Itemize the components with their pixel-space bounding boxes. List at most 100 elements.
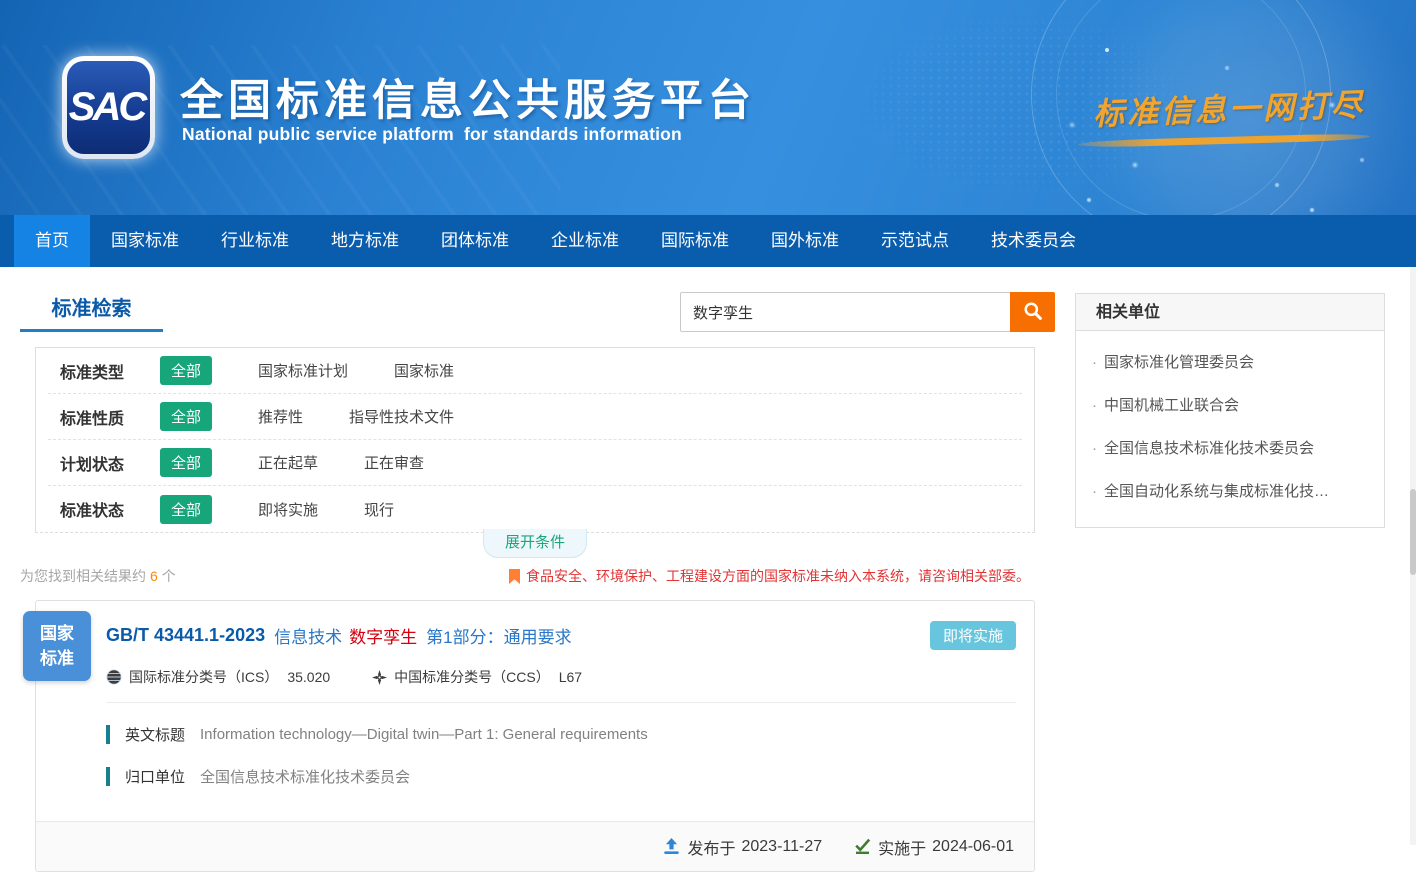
field-value: 全国信息技术标准化技术委员会 — [200, 766, 410, 787]
filter-option[interactable]: 正在审查 — [364, 452, 424, 473]
sparkle-dots-decoration — [1105, 48, 1109, 52]
filter-label: 标准类型 — [60, 359, 146, 383]
field-accent-bar — [106, 725, 110, 744]
filter-selected-badge[interactable]: 全部 — [160, 495, 212, 524]
expand-conditions-button[interactable]: 展开条件 — [483, 529, 587, 558]
site-slogan: 标准信息一网打尽 — [1092, 79, 1365, 133]
nav-item[interactable]: 企业标准 — [530, 215, 640, 267]
content: 标准检索 展开条件 — [0, 267, 1416, 872]
filter-option[interactable]: 指导性技术文件 — [349, 406, 454, 427]
card-meta-row: 国际标准分类号（ICS） 35.020 — [106, 667, 1016, 687]
published-date: 2023-11-27 — [741, 838, 822, 856]
filter-option[interactable]: 正在起草 — [258, 452, 318, 473]
nav-item[interactable]: 首页 — [14, 215, 90, 267]
related-unit-link[interactable]: 中国机械工业联合会 — [1092, 383, 1368, 426]
filter-row: 标准状态 全部 即将实施 现行 — [48, 486, 1022, 532]
filter-option[interactable]: 国家标准 — [394, 360, 454, 381]
nav-item[interactable]: 技术委员会 — [970, 215, 1097, 267]
page-scrollbar-track[interactable] — [1410, 267, 1416, 845]
standard-title-highlight[interactable]: 数字孪生 — [349, 623, 417, 648]
publish-upload-icon — [663, 838, 680, 855]
result-summary-suffix: 个 — [162, 568, 176, 584]
status-badge: 即将实施 — [930, 621, 1016, 650]
field-accent-bar — [106, 767, 110, 786]
result-meta: 为您找到相关结果约6个 食品安全、环境保护、工程建设方面的国家标准未纳入本系统，… — [20, 566, 1037, 586]
related-unit-link[interactable]: 全国信息技术标准化技术委员会 — [1092, 426, 1368, 469]
field-label: 英文标题 — [125, 724, 185, 745]
section-title: 标准检索 — [20, 292, 163, 332]
nav-item[interactable]: 行业标准 — [200, 215, 310, 267]
result-summary-prefix: 为您找到相关结果约 — [20, 568, 146, 584]
field-value: Information technology—Digital twin—Part… — [200, 726, 648, 743]
nav-item[interactable]: 国家标准 — [90, 215, 200, 267]
standard-result-card: 国家 标准 GB/T 43441.1-2023 信息技术 数字孪生 第1部分：通… — [35, 600, 1035, 872]
filter-label: 标准状态 — [60, 497, 146, 521]
bookmark-icon — [509, 569, 520, 584]
field-row: 归口单位 全国信息技术标准化技术委员会 — [106, 766, 1016, 787]
compass-icon — [372, 670, 387, 685]
ics-label: 国际标准分类号（ICS） — [129, 667, 278, 687]
standard-code-link[interactable]: GB/T 43441.1-2023 — [106, 625, 265, 646]
filter-option[interactable]: 即将实施 — [258, 499, 318, 520]
nav-item[interactable]: 示范试点 — [860, 215, 970, 267]
published-info: 发布于 2023-11-27 — [663, 835, 822, 859]
filter-label: 计划状态 — [60, 451, 146, 475]
section-head: 标准检索 — [20, 292, 1037, 345]
filter-option[interactable]: 国家标准计划 — [258, 360, 348, 381]
nav-item[interactable]: 团体标准 — [420, 215, 530, 267]
search-box — [680, 292, 1055, 345]
filter-selected-badge[interactable]: 全部 — [160, 448, 212, 477]
ccs-group: 中国标准分类号（CCS） L67 — [372, 667, 582, 687]
site-subtitle: National public service platform for sta… — [182, 124, 682, 145]
filter-label: 标准性质 — [60, 405, 146, 429]
sac-logo-inner: SAC — [67, 61, 150, 154]
site-title: 全国标准信息公共服务平台 — [180, 66, 756, 128]
filter-row: 标准性质 全部 推荐性 指导性技术文件 — [48, 394, 1022, 440]
type-badge-line1: 国家 — [40, 621, 74, 647]
ccs-label: 中国标准分类号（CCS） — [394, 667, 550, 687]
standard-type-badge: 国家 标准 — [23, 611, 91, 681]
filter-row: 计划状态 全部 正在起草 正在审查 — [48, 440, 1022, 486]
result-summary: 为您找到相关结果约6个 — [20, 566, 176, 586]
filter-option[interactable]: 推荐性 — [258, 406, 303, 427]
nav-item[interactable]: 地方标准 — [310, 215, 420, 267]
result-count: 6 — [150, 568, 158, 584]
implement-check-icon — [854, 838, 871, 855]
ccs-value: L67 — [559, 669, 582, 685]
standard-title-rest[interactable]: 第1部分：通用要求 — [426, 623, 571, 648]
search-button[interactable] — [1010, 292, 1055, 332]
standard-title-text[interactable]: 信息技术 — [274, 623, 342, 648]
sac-logo-text: SAC — [69, 85, 148, 130]
card-fields: 英文标题 Information technology—Digital twin… — [106, 724, 1016, 787]
page: SAC 全国标准信息公共服务平台 National public service… — [0, 0, 1416, 845]
field-row: 英文标题 Information technology—Digital twin… — [106, 724, 1016, 745]
implemented-info: 实施于 2024-06-01 — [854, 835, 1014, 859]
card-divider — [106, 702, 1016, 703]
card-footer: 发布于 2023-11-27 实施于 2024-06-01 — [36, 821, 1034, 871]
page-scrollbar-thumb[interactable] — [1410, 489, 1416, 575]
sac-logo[interactable]: SAC — [62, 56, 155, 159]
filter-selected-badge[interactable]: 全部 — [160, 356, 212, 385]
ics-group: 国际标准分类号（ICS） 35.020 — [106, 667, 330, 687]
type-badge-line2: 标准 — [40, 646, 74, 672]
search-icon — [1023, 301, 1043, 324]
related-unit-link[interactable]: 全国自动化系统与集成标准化技… — [1092, 469, 1368, 512]
card-body: GB/T 43441.1-2023 信息技术 数字孪生 第1部分：通用要求 即将… — [36, 601, 1034, 805]
main-nav: 首页 国家标准 行业标准 地方标准 团体标准 企业标准 国际标准 国外标准 示范… — [0, 215, 1416, 267]
ics-value: 35.020 — [287, 669, 330, 685]
related-units-list: 国家标准化管理委员会 中国机械工业联合会 全国信息技术标准化技术委员会 全国自动… — [1076, 331, 1384, 527]
implemented-date: 2024-06-01 — [932, 838, 1014, 856]
field-label: 归口单位 — [125, 766, 185, 787]
system-notice-text: 食品安全、环境保护、工程建设方面的国家标准未纳入本系统，请咨询相关部委。 — [526, 566, 1030, 586]
card-title-row: GB/T 43441.1-2023 信息技术 数字孪生 第1部分：通用要求 即将… — [106, 621, 1016, 650]
related-unit-link[interactable]: 国家标准化管理委员会 — [1092, 340, 1368, 383]
filter-option[interactable]: 现行 — [364, 499, 394, 520]
related-units-panel: 相关单位 国家标准化管理委员会 中国机械工业联合会 全国信息技术标准化技术委员会… — [1075, 293, 1385, 528]
search-input[interactable] — [680, 292, 1010, 332]
nav-item[interactable]: 国际标准 — [640, 215, 750, 267]
system-notice: 食品安全、环境保护、工程建设方面的国家标准未纳入本系统，请咨询相关部委。 — [509, 566, 1030, 586]
filter-selected-badge[interactable]: 全部 — [160, 402, 212, 431]
nav-item[interactable]: 国外标准 — [750, 215, 860, 267]
main-column: 标准检索 展开条件 — [20, 292, 1037, 872]
implemented-label: 实施于 — [878, 835, 926, 859]
